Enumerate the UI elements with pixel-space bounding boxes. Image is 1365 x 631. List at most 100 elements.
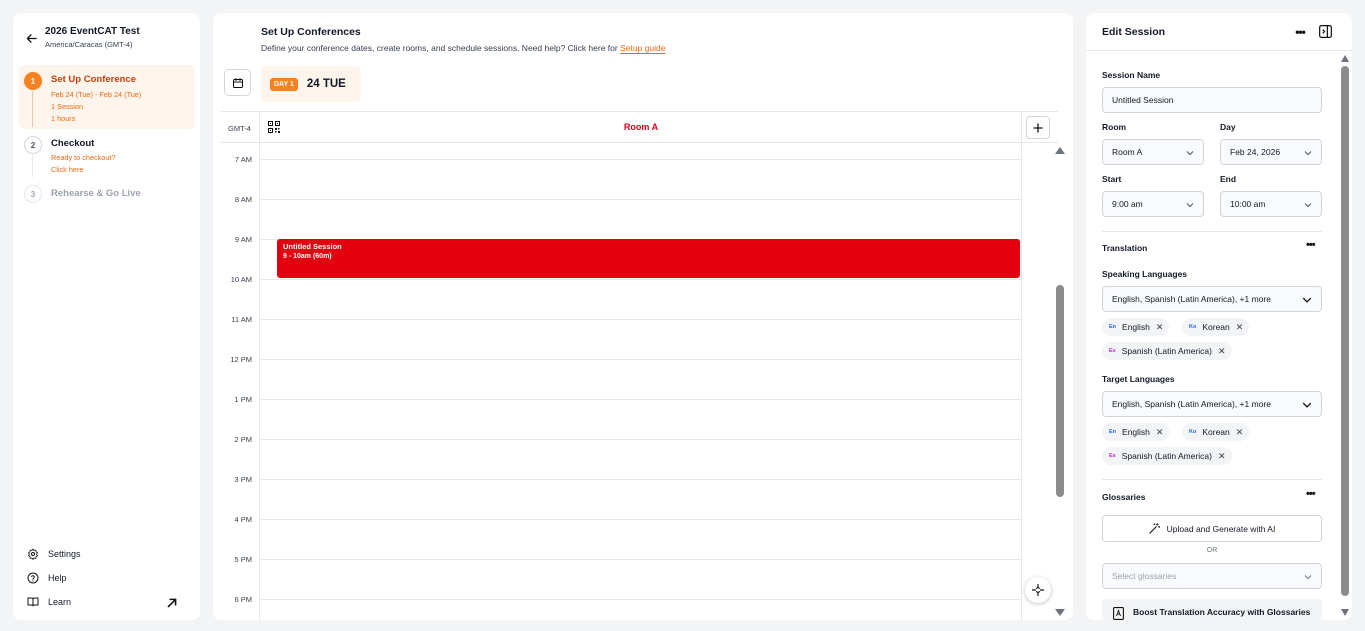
- chip-label: English: [1122, 427, 1150, 437]
- hour-line: [260, 199, 1022, 200]
- start-time-value: 9:00 am: [1112, 199, 1143, 209]
- target-languages-select[interactable]: English, Spanish (Latin America), +1 mor…: [1102, 391, 1322, 417]
- panel-divider: [1086, 50, 1352, 51]
- time-label: 11 AM: [231, 315, 252, 324]
- panel-title: Edit Session: [1102, 26, 1166, 38]
- close-icon[interactable]: ✕: [1236, 322, 1244, 333]
- hour-line: [260, 559, 1022, 560]
- or-divider: OR: [1206, 547, 1218, 554]
- speaking-chip-spanish: Es Spanish (Latin America) ✕: [1102, 342, 1232, 360]
- end-time-select[interactable]: 10:00 am: [1220, 191, 1322, 217]
- session-block[interactable]: Untitled Session 9 - 10am (60m): [277, 239, 1020, 278]
- scroll-down-arrow[interactable]: [1055, 609, 1065, 616]
- glossaries-label: Glossaries: [1102, 492, 1146, 502]
- language-code: En: [1109, 429, 1117, 435]
- left-sidebar: 2026 EventCAT Test America/Caracas (GMT-…: [13, 13, 200, 620]
- hour-line: [260, 399, 1022, 400]
- scroll-up-arrow[interactable]: [1341, 55, 1349, 62]
- focus-now-button[interactable]: [1025, 577, 1051, 603]
- panel-scrollbar[interactable]: [1341, 55, 1349, 620]
- step-number: 1: [24, 72, 42, 90]
- room-label: Room: [1102, 122, 1127, 132]
- glossaries-more-icon[interactable]: •••: [1306, 488, 1316, 500]
- more-icon[interactable]: •••: [1292, 24, 1308, 40]
- edit-session-panel: Edit Session ••• Session Name Untitled S…: [1086, 13, 1352, 620]
- chevron-down-icon: [1304, 151, 1312, 156]
- upload-generate-button[interactable]: Upload and Generate with AI: [1102, 515, 1322, 542]
- chip-label: Spanish (Latin America): [1121, 346, 1212, 356]
- chip-label: Korean: [1202, 427, 1230, 437]
- language-code: Es: [1109, 348, 1116, 354]
- target-chip-english: En English ✕: [1102, 423, 1170, 441]
- time-label: 4 PM: [234, 515, 252, 524]
- step-checkout[interactable]: 2 Checkout Ready to checkout? Click here: [19, 129, 195, 177]
- chevron-down-icon: [1304, 203, 1312, 208]
- close-icon[interactable]: ✕: [1218, 346, 1226, 357]
- scroll-thumb[interactable]: [1341, 66, 1349, 596]
- step-setup-conference[interactable]: 1 Set Up Conference Feb 24 (Tue) - Feb 2…: [19, 65, 195, 129]
- target-chip-korean: Ko Korean ✕: [1182, 423, 1250, 441]
- glossary-promo-card[interactable]: Boost Translation Accuracy with Glossari…: [1102, 599, 1322, 620]
- target-languages-label: Target Languages: [1102, 374, 1175, 384]
- time-label: 9 AM: [234, 235, 252, 244]
- close-icon[interactable]: ✕: [1156, 322, 1164, 333]
- room-column-header[interactable]: Room A: [260, 122, 1022, 132]
- start-time-select[interactable]: 9:00 am: [1102, 191, 1204, 217]
- translation-more-icon[interactable]: •••: [1306, 239, 1316, 251]
- description-text: Define your conference dates, create roo…: [261, 43, 618, 53]
- step-hours: 1 hours: [51, 114, 76, 123]
- glossary-select[interactable]: Select glossaries: [1102, 563, 1322, 589]
- speaking-languages-select[interactable]: English, Spanish (Latin America), +1 mor…: [1102, 286, 1322, 312]
- conference-setup-panel: Set Up Conferences Define your conferenc…: [213, 13, 1073, 620]
- back-arrow-icon[interactable]: [23, 30, 39, 46]
- grid-timezone: GMT-4: [220, 112, 260, 144]
- scroll-up-arrow[interactable]: [1055, 147, 1065, 154]
- page-title: Set Up Conferences: [261, 26, 361, 38]
- time-label: 8 AM: [234, 195, 252, 204]
- session-name-input[interactable]: Untitled Session: [1102, 87, 1322, 113]
- step-connector: [32, 155, 33, 177]
- calendar-button[interactable]: [224, 69, 251, 96]
- learn-link[interactable]: Learn: [27, 596, 187, 608]
- step-session-count: 1 Session: [51, 102, 84, 111]
- schedule-header: GMT-4 Room A: [220, 111, 1058, 144]
- upload-generate-label: Upload and Generate with AI: [1166, 523, 1276, 534]
- hour-line: [260, 319, 1022, 320]
- step-number: 3: [24, 185, 42, 203]
- language-code: Ko: [1189, 429, 1197, 435]
- time-label: 1 PM: [234, 395, 252, 404]
- scroll-thumb[interactable]: [1056, 285, 1064, 497]
- chevron-down-icon: [1302, 402, 1312, 408]
- speaking-chip-english: En English ✕: [1102, 318, 1170, 336]
- chip-label: Korean: [1202, 322, 1230, 332]
- start-label: Start: [1102, 174, 1122, 184]
- session-block-title: Untitled Session: [283, 242, 342, 251]
- close-icon[interactable]: ✕: [1218, 451, 1226, 462]
- close-icon[interactable]: ✕: [1236, 427, 1244, 438]
- target-chip-spanish: Es Spanish (Latin America) ✕: [1102, 447, 1232, 465]
- time-label: 3 PM: [234, 475, 252, 484]
- help-link[interactable]: Help: [27, 572, 187, 584]
- tab-day-1[interactable]: DAY 1 24 TUE: [261, 66, 361, 102]
- speaking-chip-korean: Ko Korean ✕: [1182, 318, 1250, 336]
- learn-label: Learn: [48, 597, 72, 607]
- checkout-link[interactable]: Click here: [51, 165, 83, 174]
- collapse-panel-icon[interactable]: [1319, 25, 1332, 38]
- hour-line: [260, 159, 1022, 160]
- gear-icon: [28, 548, 38, 560]
- schedule-grid[interactable]: 7 AM 8 AM 9 AM 10 AM 11 AM 12 PM 1 PM 2 PM 3 PM 4…: [220, 144, 1022, 620]
- calendar-scrollbar[interactable]: [1055, 147, 1065, 617]
- page-description: Define your conference dates, create roo…: [261, 43, 665, 53]
- chevron-down-icon: [1304, 575, 1312, 580]
- event-header: 2026 EventCAT Test America/Caracas (GMT-…: [23, 25, 140, 49]
- scroll-down-arrow[interactable]: [1341, 609, 1349, 616]
- setup-guide-link[interactable]: Setup guide: [620, 43, 665, 53]
- time-label: 5 PM: [234, 555, 252, 564]
- settings-link[interactable]: Settings: [27, 548, 187, 560]
- day-select[interactable]: Feb 24, 2026: [1220, 139, 1322, 165]
- add-room-button[interactable]: [1026, 116, 1050, 139]
- room-select[interactable]: Room A: [1102, 139, 1204, 165]
- event-timezone: America/Caracas (GMT-4): [45, 40, 133, 49]
- step-label: Rehearse & Go Live: [51, 188, 141, 199]
- close-icon[interactable]: ✕: [1156, 427, 1164, 438]
